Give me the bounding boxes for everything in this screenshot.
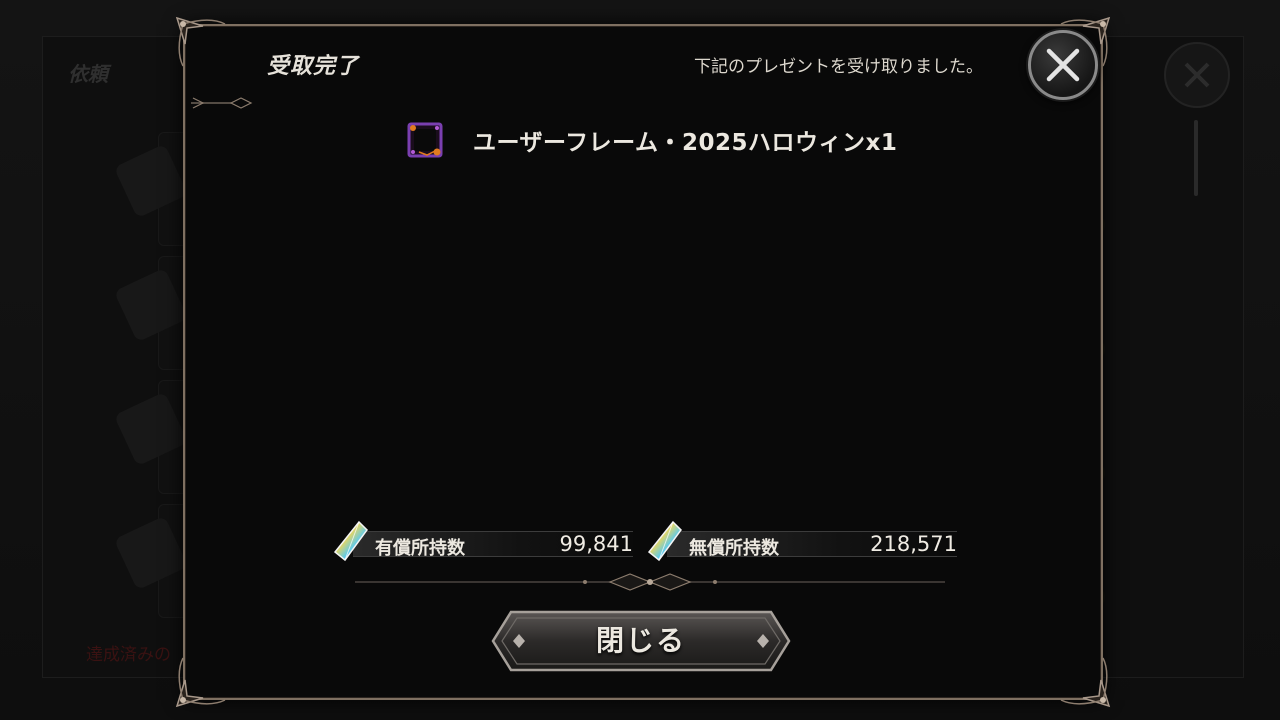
close-button-label: 閉じる — [595, 624, 686, 657]
paid-currency-label: 有償所持数 — [375, 538, 465, 559]
free-currency-count: 無償所持数 218,571 — [647, 520, 957, 562]
ornament-corner-icon — [1060, 657, 1111, 708]
free-currency-label: 無償所持数 — [689, 538, 779, 559]
background-footer-text: 達成済みの — [86, 645, 171, 665]
close-button[interactable]: 閉じる — [491, 610, 791, 672]
background-quest-icon — [113, 515, 189, 591]
user-frame-icon — [407, 122, 443, 158]
dialog-subtitle: 下記のプレゼントを受け取りました。 — [694, 57, 983, 77]
dialog-title: 受取完了 — [267, 54, 360, 79]
background-quest-icon — [113, 391, 189, 467]
ornament-corner-icon — [175, 16, 226, 67]
reward-item-name: ユーザーフレーム・2025ハロウィンx1 — [473, 130, 898, 156]
paid-currency-count: 有償所持数 99,841 — [333, 520, 633, 562]
close-icon[interactable] — [1028, 30, 1098, 100]
background-quest-icon — [113, 267, 189, 343]
paid-currency-value: 99,841 — [559, 532, 633, 556]
background-scrollbar — [1194, 120, 1198, 196]
free-currency-value: 218,571 — [870, 532, 957, 556]
crystal-gem-icon — [647, 520, 682, 562]
reward-received-dialog: 受取完了 下記のプレゼントを受け取りました。 ユーザーフレーム・2025ハロウィ… — [175, 16, 1111, 708]
background-title: 依頼 — [68, 62, 108, 86]
background-close-icon — [1164, 42, 1230, 108]
ornament-corner-icon — [175, 657, 226, 708]
title-underline-ornament — [191, 97, 253, 109]
ornament-divider — [355, 573, 945, 591]
background-quest-icon — [113, 143, 189, 219]
crystal-gem-icon — [333, 520, 368, 562]
reward-item: ユーザーフレーム・2025ハロウィンx1 — [407, 122, 897, 158]
